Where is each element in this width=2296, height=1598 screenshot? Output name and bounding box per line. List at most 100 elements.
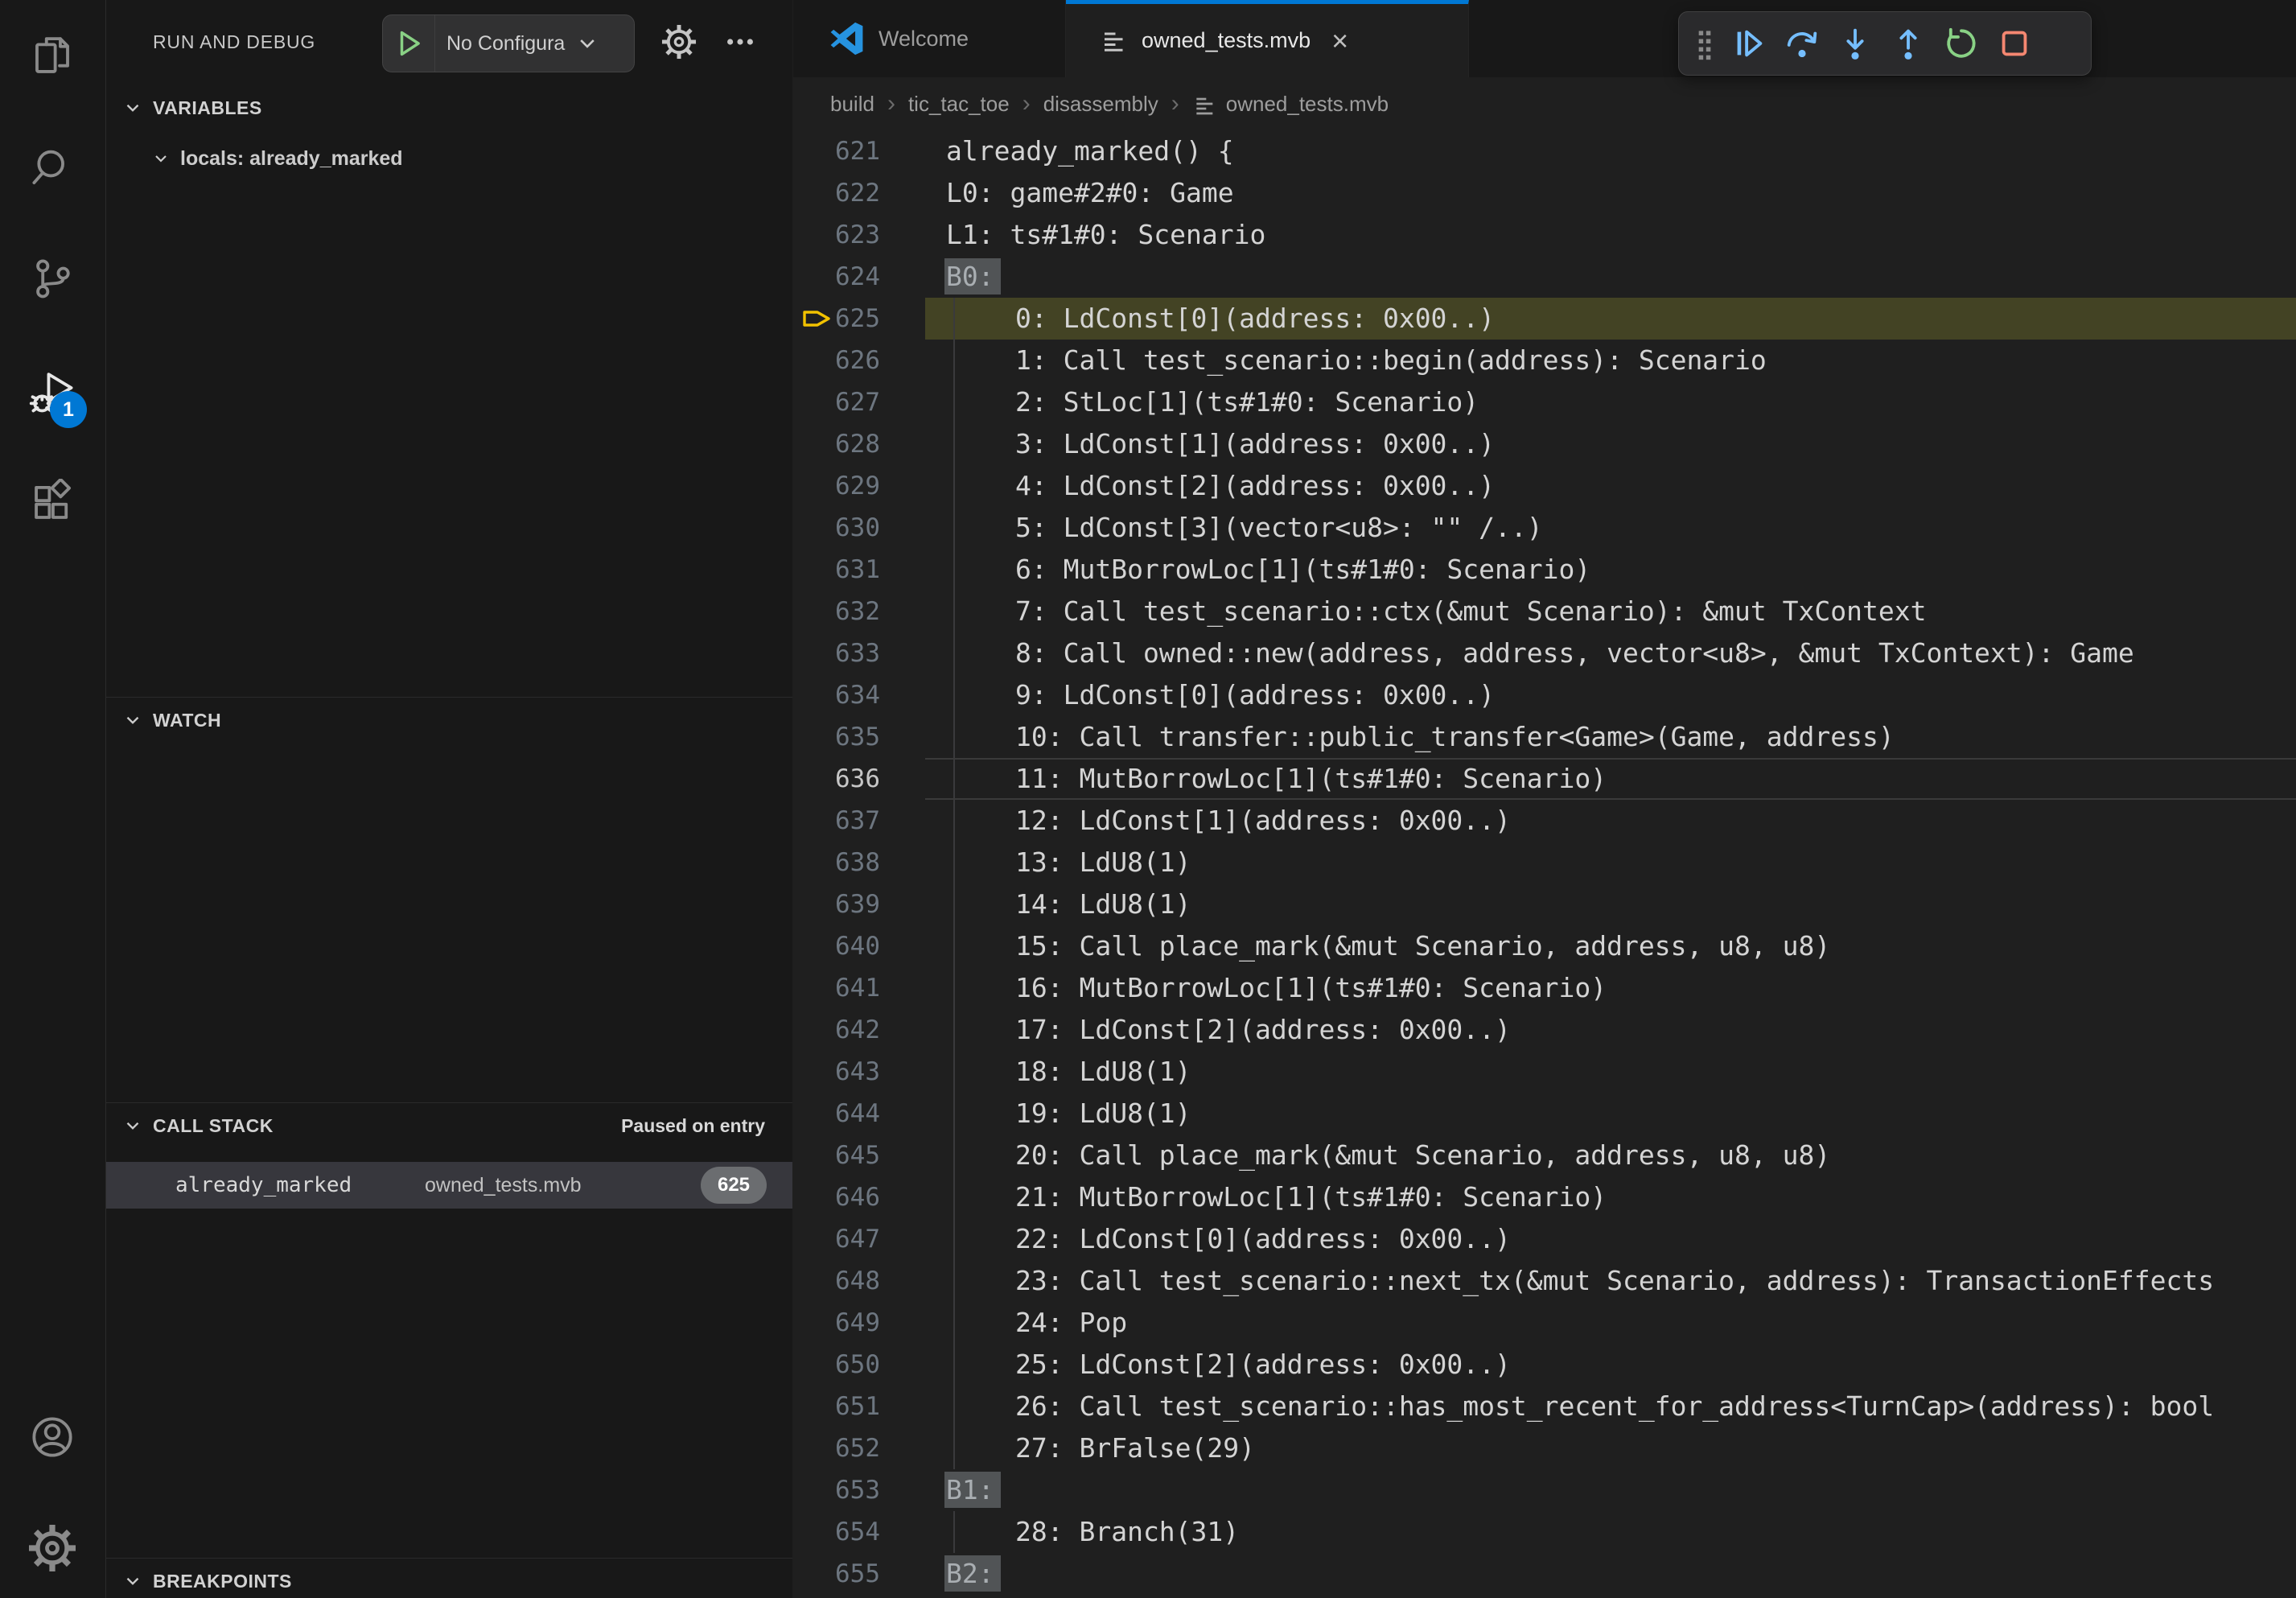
gutter-636[interactable]: 636 <box>793 758 925 800</box>
line-content[interactable]: 24: Pop <box>925 1302 2296 1344</box>
gutter-651[interactable]: 651 <box>793 1386 925 1427</box>
line-content[interactable]: 5: LdConst[3](vector<u8>: "" /..) <box>925 507 2296 549</box>
debug-config-dropdown[interactable]: No Configura <box>382 14 635 72</box>
code-line-634[interactable]: 6349: LdConst[0](address: 0x00..) <box>793 674 2296 716</box>
tab-welcome[interactable]: Welcome <box>793 0 1066 77</box>
line-content[interactable]: 14: LdU8(1) <box>925 883 2296 925</box>
code-line-638[interactable]: 63813: LdU8(1) <box>793 842 2296 883</box>
gutter-623[interactable]: 623 <box>793 214 925 256</box>
launch-settings-gear-icon[interactable] <box>661 24 697 60</box>
code-line-642[interactable]: 64217: LdConst[2](address: 0x00..) <box>793 1009 2296 1051</box>
gutter-655[interactable]: 655 <box>793 1553 925 1595</box>
line-content[interactable]: 13: LdU8(1) <box>925 842 2296 883</box>
line-content[interactable]: 11: MutBorrowLoc[1](ts#1#0: Scenario) <box>925 758 2296 800</box>
line-content[interactable]: B0: <box>925 256 2296 298</box>
gutter-643[interactable]: 643 <box>793 1051 925 1093</box>
code-editor[interactable]: 621already_marked() {622L0: game#2#0: Ga… <box>793 130 2296 1598</box>
line-content[interactable]: 6: MutBorrowLoc[1](ts#1#0: Scenario) <box>925 549 2296 591</box>
code-line-631[interactable]: 6316: MutBorrowLoc[1](ts#1#0: Scenario) <box>793 549 2296 591</box>
code-line-635[interactable]: 63510: Call transfer::public_transfer<Ga… <box>793 716 2296 758</box>
code-line-637[interactable]: 63712: LdConst[1](address: 0x00..) <box>793 800 2296 842</box>
debug-toolbar[interactable] <box>1678 11 2092 76</box>
explorer-icon[interactable] <box>29 32 76 79</box>
gutter-653[interactable]: 653 <box>793 1469 925 1511</box>
code-line-630[interactable]: 6305: LdConst[3](vector<u8>: "" /..) <box>793 507 2296 549</box>
code-line-645[interactable]: 64520: Call place_mark(&mut Scenario, ad… <box>793 1135 2296 1176</box>
line-content[interactable]: 0: LdConst[0](address: 0x00..) <box>925 298 2296 340</box>
code-line-643[interactable]: 64318: LdU8(1) <box>793 1051 2296 1093</box>
gutter-654[interactable]: 654 <box>793 1511 925 1553</box>
gutter-626[interactable]: 626 <box>793 340 925 381</box>
line-content[interactable]: 18: LdU8(1) <box>925 1051 2296 1093</box>
gutter-621[interactable]: 621 <box>793 130 925 172</box>
line-content[interactable]: 26: Call test_scenario::has_most_recent_… <box>925 1386 2296 1427</box>
line-content[interactable]: 28: Branch(31) <box>925 1511 2296 1553</box>
search-icon[interactable] <box>29 145 76 192</box>
gutter-641[interactable]: 641 <box>793 967 925 1009</box>
gutter-622[interactable]: 622 <box>793 172 925 214</box>
gutter-638[interactable]: 638 <box>793 842 925 883</box>
line-content[interactable]: 21: MutBorrowLoc[1](ts#1#0: Scenario) <box>925 1176 2296 1218</box>
code-line-628[interactable]: 6283: LdConst[1](address: 0x00..) <box>793 423 2296 465</box>
code-line-649[interactable]: 64924: Pop <box>793 1302 2296 1344</box>
line-content[interactable]: L0: game#2#0: Game <box>925 172 2296 214</box>
watch-section-header[interactable]: WATCH <box>106 697 792 743</box>
gutter-629[interactable]: 629 <box>793 465 925 507</box>
tab-owned-tests[interactable]: owned_tests.mvb × <box>1066 0 1469 77</box>
code-line-647[interactable]: 64722: LdConst[0](address: 0x00..) <box>793 1218 2296 1260</box>
line-content[interactable]: 25: LdConst[2](address: 0x00..) <box>925 1344 2296 1386</box>
start-debug-icon[interactable] <box>394 28 425 59</box>
line-content[interactable]: 20: Call place_mark(&mut Scenario, addre… <box>925 1135 2296 1176</box>
continue-button[interactable] <box>1722 18 1775 69</box>
step-into-button[interactable] <box>1829 18 1882 69</box>
breakpoints-section-header[interactable]: BREAKPOINTS <box>106 1558 792 1598</box>
breadcrumb-item-build[interactable]: build <box>830 92 874 117</box>
code-line-626[interactable]: 6261: Call test_scenario::begin(address)… <box>793 340 2296 381</box>
code-line-632[interactable]: 6327: Call test_scenario::ctx(&mut Scena… <box>793 591 2296 632</box>
line-content[interactable]: L1: ts#1#0: Scenario <box>925 214 2296 256</box>
gutter-632[interactable]: 632 <box>793 591 925 632</box>
line-content[interactable]: 4: LdConst[2](address: 0x00..) <box>925 465 2296 507</box>
code-line-629[interactable]: 6294: LdConst[2](address: 0x00..) <box>793 465 2296 507</box>
locals-scope-row[interactable]: locals: already_marked <box>106 137 792 180</box>
code-line-624[interactable]: 624B0: <box>793 256 2296 298</box>
step-out-button[interactable] <box>1882 18 1935 69</box>
gutter-640[interactable]: 640 <box>793 925 925 967</box>
line-content[interactable]: 3: LdConst[1](address: 0x00..) <box>925 423 2296 465</box>
gutter-649[interactable]: 649 <box>793 1302 925 1344</box>
code-line-648[interactable]: 64823: Call test_scenario::next_tx(&mut … <box>793 1260 2296 1302</box>
gutter-639[interactable]: 639 <box>793 883 925 925</box>
breadcrumb-item-owned_tests.mvb[interactable]: owned_tests.mvb <box>1226 92 1389 117</box>
gutter-645[interactable]: 645 <box>793 1135 925 1176</box>
line-content[interactable]: 10: Call transfer::public_transfer<Game>… <box>925 716 2296 758</box>
stack-frame-row[interactable]: already_marked owned_tests.mvb 625 <box>106 1162 792 1209</box>
stop-button[interactable] <box>1988 18 2041 69</box>
step-over-button[interactable] <box>1775 18 1829 69</box>
gutter-637[interactable]: 637 <box>793 800 925 842</box>
code-line-655[interactable]: 655B2: <box>793 1553 2296 1595</box>
variables-section-header[interactable]: VARIABLES <box>106 85 792 130</box>
code-line-640[interactable]: 64015: Call place_mark(&mut Scenario, ad… <box>793 925 2296 967</box>
source-control-icon[interactable] <box>29 255 76 302</box>
line-content[interactable]: 19: LdU8(1) <box>925 1093 2296 1135</box>
line-content[interactable]: B2: <box>925 1553 2296 1595</box>
gutter-648[interactable]: 648 <box>793 1260 925 1302</box>
code-line-622[interactable]: 622L0: game#2#0: Game <box>793 172 2296 214</box>
line-content[interactable]: 15: Call place_mark(&mut Scenario, addre… <box>925 925 2296 967</box>
close-tab-icon[interactable]: × <box>1331 27 1348 56</box>
line-content[interactable]: 9: LdConst[0](address: 0x00..) <box>925 674 2296 716</box>
gutter-633[interactable]: 633 <box>793 632 925 674</box>
line-content[interactable]: 2: StLoc[1](ts#1#0: Scenario) <box>925 381 2296 423</box>
extensions-icon[interactable] <box>29 479 76 525</box>
gutter-627[interactable]: 627 <box>793 381 925 423</box>
gutter-624[interactable]: 624 <box>793 256 925 298</box>
line-content[interactable]: 16: MutBorrowLoc[1](ts#1#0: Scenario) <box>925 967 2296 1009</box>
line-content[interactable]: 7: Call test_scenario::ctx(&mut Scenario… <box>925 591 2296 632</box>
code-line-623[interactable]: 623L1: ts#1#0: Scenario <box>793 214 2296 256</box>
code-line-625[interactable]: 6250: LdConst[0](address: 0x00..) <box>793 298 2296 340</box>
line-content[interactable]: 23: Call test_scenario::next_tx(&mut Sce… <box>925 1260 2296 1302</box>
gutter-642[interactable]: 642 <box>793 1009 925 1051</box>
call-stack-section-header[interactable]: CALL STACK Paused on entry <box>106 1102 792 1148</box>
gutter-630[interactable]: 630 <box>793 507 925 549</box>
gutter-646[interactable]: 646 <box>793 1176 925 1218</box>
